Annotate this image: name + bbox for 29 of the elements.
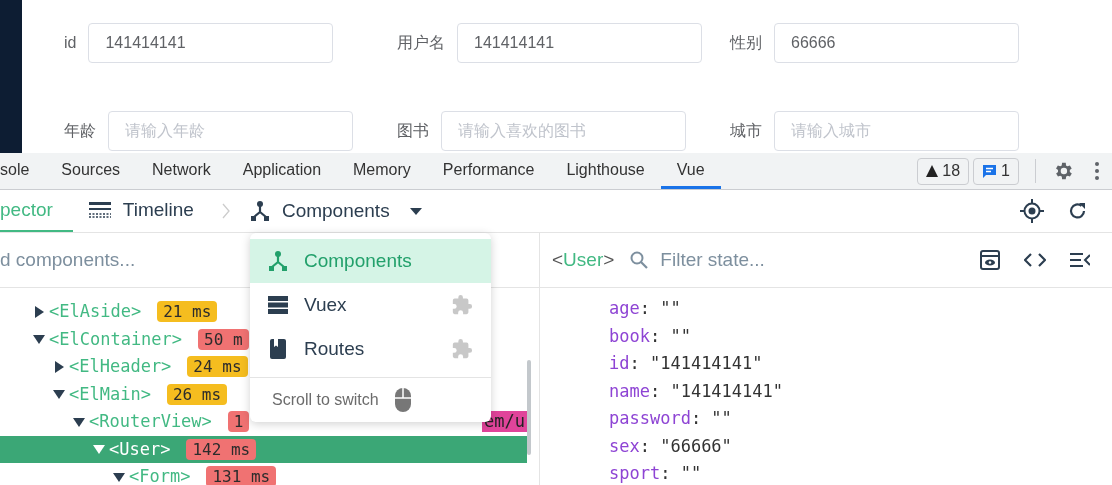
component-name: <ElAside>: [49, 300, 142, 323]
component-name: <ElContainer>: [49, 327, 183, 351]
component-name: <ElMain>: [69, 382, 151, 406]
state-entry: id: "141414141": [609, 352, 763, 375]
time-badge: 21 ms: [157, 301, 218, 323]
field-label: id: [64, 33, 77, 53]
menu-hint: Scroll to switch: [272, 390, 379, 410]
state-entry: age: "": [609, 297, 681, 320]
time-badge: 50 m: [198, 328, 249, 350]
state-entry: sex: "66666": [609, 434, 732, 458]
field-label: 城市: [730, 121, 762, 141]
time-badge: 26 ms: [166, 383, 228, 405]
time-badge: 24 ms: [187, 356, 248, 378]
state-entry: password: "": [609, 407, 732, 430]
field-label: 图书: [397, 121, 429, 141]
field-label: 年龄: [64, 121, 96, 141]
time-badge: 1: [227, 411, 250, 433]
time-badge: 131 ms: [206, 466, 277, 485]
field-label: 性别: [730, 33, 762, 53]
component-title: <User>: [552, 247, 615, 272]
state-entry: name: "141414141": [609, 379, 783, 403]
component-name: <RouterView>: [89, 410, 212, 433]
component-name: <ElHeader>: [69, 355, 172, 378]
field-label: 用户名: [397, 33, 445, 53]
state-entry: book: "": [609, 324, 691, 348]
component-name: <Form>: [129, 465, 191, 485]
component-name: <User>: [109, 437, 171, 461]
time-badge: 142 ms: [186, 438, 257, 460]
state-entry: sport: "": [609, 462, 702, 485]
